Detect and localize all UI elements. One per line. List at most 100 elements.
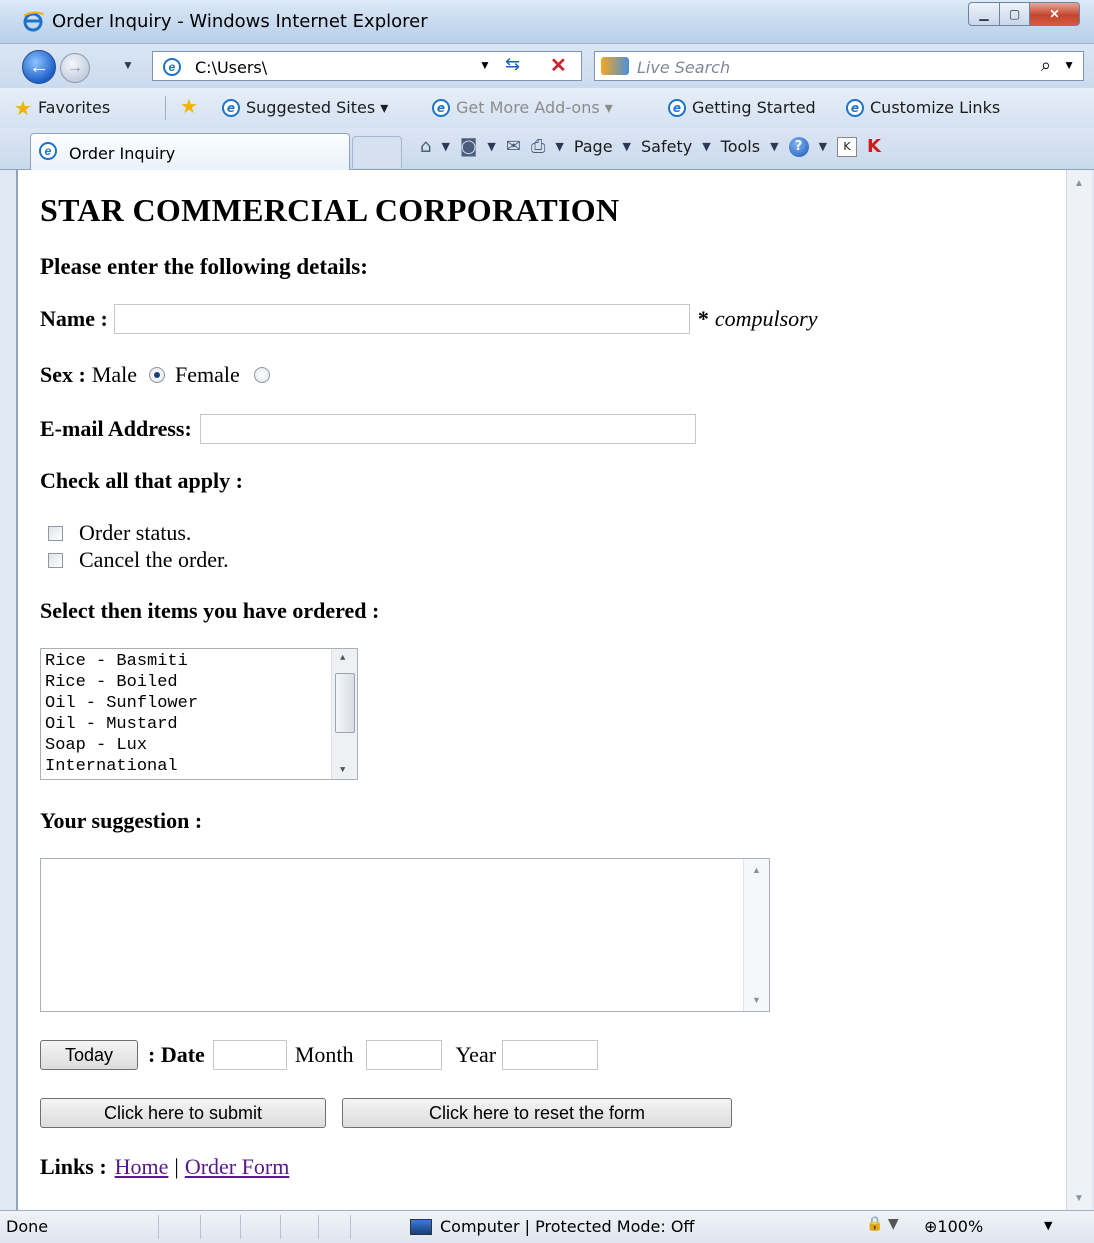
mail-icon[interactable]: ✉ [506,136,521,157]
feeds-icon[interactable]: ◙ [460,136,477,157]
close-icon: ✕ [1049,7,1060,21]
status-divider [200,1215,201,1239]
tools-menu[interactable]: Tools [721,137,760,156]
help-dropdown-icon[interactable]: ▼ [819,140,827,153]
add-favorite-icon: ★ [180,94,198,118]
cancel-order-label: Cancel the order. [79,547,229,572]
date-label: : Date [148,1042,205,1067]
scroll-thumb[interactable] [335,673,355,733]
ie-page-icon: e [222,98,240,117]
minimize-button[interactable]: ▁ [968,2,1000,26]
year-input[interactable] [502,1040,599,1070]
company-title: STAR COMMERCIAL CORPORATION [40,192,620,228]
forward-button[interactable]: → [60,53,90,83]
close-button[interactable]: ✕ [1030,2,1080,26]
name-input[interactable] [113,304,690,334]
ie-page-icon: e [39,142,57,160]
favorites-bar: ★ Favorites ★ e Suggested Sites ▾ e Get … [0,88,1094,128]
items-listbox[interactable]: Rice - Basmiti Rice - Boiled Oil - Sunfl… [40,648,358,780]
search-input[interactable]: Live Search [637,58,730,77]
address-dropdown-icon[interactable]: ▼ [479,58,491,72]
navigation-bar: ← → ▼ e C:\Users\ ▼ ⇆ ✕ Live Search ⌕ ▼ [0,44,1094,88]
customize-links-link[interactable]: e Customize Links [846,98,1000,117]
order-status-checkbox[interactable] [48,525,63,541]
name-label: Name : [40,306,108,331]
lock-icon[interactable]: 🔒 ▼ [866,1216,899,1232]
address-input[interactable]: C:\Users\ [195,58,267,77]
tools-dropdown-icon[interactable]: ▼ [770,140,778,153]
sex-female-radio[interactable] [253,367,270,383]
home-icon[interactable]: ⌂ [420,136,431,157]
scroll-up-icon[interactable]: ▲ [1074,178,1084,189]
page-icon: e [163,58,181,76]
search-dropdown-icon[interactable]: ▼ [1063,58,1075,72]
k-toolbar-icon[interactable]: K [837,136,858,157]
list-item[interactable]: Rice - Basmiti [45,651,188,672]
checkbox-cancel-row: Cancel the order. [48,547,229,573]
page-menu[interactable]: Page [574,137,613,156]
list-item[interactable]: International [45,756,178,777]
add-favorite-button[interactable]: ★ [180,94,198,118]
order-form-link[interactable]: Order Form [185,1154,289,1180]
search-icon[interactable]: ⌕ [1041,55,1051,76]
scroll-up-icon[interactable]: ▲ [752,865,761,875]
textarea-scrollbar[interactable]: ▲ ▼ [743,859,769,1011]
security-zone[interactable]: Computer | Protected Mode: Off [410,1217,694,1236]
list-item[interactable]: Oil - Mustard [45,714,178,735]
stop-icon[interactable]: ✕ [550,53,567,78]
computer-icon [410,1218,432,1235]
home-dropdown-icon[interactable]: ▼ [441,140,449,153]
sex-label: Sex : [40,362,86,387]
suggested-sites-link[interactable]: e Suggested Sites ▾ [222,98,388,117]
live-search-logo-icon [601,57,629,75]
back-button[interactable]: ← [22,50,56,84]
safety-menu[interactable]: Safety [641,137,692,156]
month-input[interactable] [365,1040,442,1070]
getting-started-link[interactable]: e Getting Started [668,98,816,117]
list-item[interactable]: Soap - Lux [45,735,147,756]
list-item[interactable]: Rice - Boiled [45,672,178,693]
suggestion-textarea[interactable]: ▲ ▼ [40,858,770,1012]
address-bar[interactable]: e C:\Users\ ▼ ⇆ ✕ [152,51,582,81]
home-link[interactable]: Home [115,1154,169,1180]
search-box[interactable]: Live Search ⌕ ▼ [594,51,1084,81]
status-divider [158,1215,159,1239]
favorites-button[interactable]: ★ Favorites [14,98,110,118]
page-scrollbar[interactable]: ▲ ▼ [1066,170,1092,1210]
scroll-down-icon[interactable]: ▼ [340,765,345,775]
status-divider [318,1215,319,1239]
new-tab-button[interactable] [352,136,402,168]
suggested-sites-label: Suggested Sites ▾ [246,98,389,117]
listbox-scrollbar[interactable]: ▲ ▼ [331,649,357,779]
today-button[interactable]: Today [40,1040,138,1070]
addon-icon[interactable]: K [867,136,881,157]
email-input[interactable] [199,414,696,444]
zoom-dropdown-icon[interactable]: ▼ [1044,1219,1052,1232]
maximize-button[interactable]: ▢ [1000,2,1030,26]
scroll-up-icon[interactable]: ▲ [340,653,345,663]
print-dropdown-icon[interactable]: ▼ [555,140,563,153]
year-label: Year [455,1042,497,1067]
minimize-icon: ▁ [979,7,989,21]
scroll-down-icon[interactable]: ▼ [752,995,761,1005]
date-input[interactable] [212,1040,287,1070]
sex-male-radio[interactable] [149,367,166,383]
cancel-order-checkbox[interactable] [48,552,63,568]
list-item[interactable]: Oil - Sunflower [45,693,198,714]
feeds-dropdown-icon[interactable]: ▼ [487,140,495,153]
help-icon[interactable]: ? [788,136,809,157]
links-label: Links : [40,1154,107,1179]
recent-pages-dropdown[interactable]: ▼ [122,58,134,72]
tab-order-inquiry[interactable]: e Order Inquiry [30,133,350,170]
submit-button[interactable]: Click here to submit [40,1098,326,1128]
scroll-down-icon[interactable]: ▼ [1074,1193,1084,1204]
compulsory-star: * [697,306,709,331]
reset-button[interactable]: Click here to reset the form [342,1098,732,1128]
get-addons-link[interactable]: e Get More Add-ons ▾ [432,98,613,117]
refresh-icon[interactable]: ⇆ [505,54,520,75]
page-dropdown-icon[interactable]: ▼ [623,140,631,153]
safety-dropdown-icon[interactable]: ▼ [702,140,710,153]
zone-label: Computer | Protected Mode: Off [440,1217,695,1236]
print-icon[interactable]: ⎙ [531,136,545,157]
zoom-level[interactable]: ⊕100% [924,1217,983,1236]
